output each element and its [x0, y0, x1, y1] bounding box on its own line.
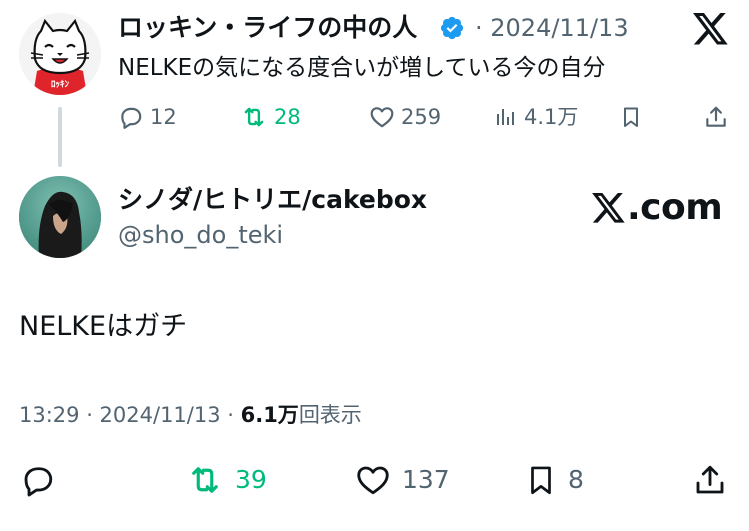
tweet-timestamp[interactable]: 13:29 · 2024/11/13 · — [19, 403, 241, 427]
bookmark-button[interactable]: 8 — [524, 462, 584, 498]
parent-views-button[interactable]: 4.1万 — [494, 104, 578, 130]
parent-repost-count: 28 — [274, 105, 301, 129]
parent-share-button[interactable] — [703, 104, 729, 130]
reply-icon — [121, 107, 142, 129]
repost-icon — [192, 467, 218, 493]
share-icon — [706, 106, 726, 127]
cat-avatar-illustration: ﾛｯｷﾝ — [19, 13, 101, 95]
parent-author-avatar[interactable]: ﾛｯｷﾝ — [19, 13, 101, 95]
parent-like-button[interactable]: 259 — [369, 104, 441, 130]
like-button[interactable]: 137 — [354, 462, 450, 498]
verified-badge-icon — [439, 15, 465, 41]
repost-count: 39 — [235, 465, 267, 494]
parent-tweet-text: NELKEの気になる度合いが増している今の自分 — [118, 55, 606, 81]
reply-icon — [24, 467, 53, 497]
tweet-view-label: 回表示 — [298, 403, 362, 427]
tweet-view-count: 6.1万 — [240, 403, 299, 427]
repost-button[interactable]: 39 — [185, 462, 267, 498]
x-com-brand: .com — [592, 187, 723, 228]
tweet-author-handle[interactable]: @sho_do_teki — [118, 219, 283, 251]
parent-bookmark-button[interactable] — [619, 104, 643, 130]
parent-repost-button[interactable]: 28 — [240, 104, 301, 130]
x-com-brand-text: .com — [627, 187, 723, 228]
parent-reply-button[interactable]: 12 — [118, 104, 177, 130]
tweet-author-name[interactable]: シノダ/ヒトリエ/cakebox — [118, 184, 427, 216]
parent-reply-count: 12 — [150, 105, 177, 129]
repost-icon — [244, 107, 264, 127]
x-logo-icon[interactable] — [693, 13, 729, 46]
like-count: 137 — [402, 465, 450, 494]
reply-button[interactable] — [20, 462, 56, 498]
parent-like-count: 259 — [401, 105, 442, 129]
like-icon — [357, 466, 389, 495]
x-logo-icon — [592, 192, 625, 223]
user-avatar-photo — [19, 176, 101, 258]
parent-author-name[interactable]: ロッキン・ライフの中の人 — [118, 12, 417, 44]
views-icon — [497, 109, 514, 125]
parent-views-count: 4.1万 — [524, 105, 579, 129]
share-icon — [696, 465, 724, 494]
tweet-text: NELKEはガチ — [19, 311, 188, 342]
tweet-meta: 13:29 · 2024/11/13 · 6.1万回表示 — [19, 400, 362, 430]
bookmark-count: 8 — [568, 465, 584, 494]
tweet-author-avatar[interactable] — [19, 176, 101, 258]
share-button[interactable] — [692, 462, 728, 498]
svg-text:ﾛｯｷﾝ: ﾛｯｷﾝ — [51, 79, 70, 90]
like-icon — [370, 107, 394, 128]
thread-connector-line — [58, 107, 62, 167]
parent-tweet-date[interactable]: · 2024/11/13 — [475, 12, 629, 44]
bookmark-icon — [624, 107, 638, 127]
bookmark-icon — [531, 466, 551, 495]
